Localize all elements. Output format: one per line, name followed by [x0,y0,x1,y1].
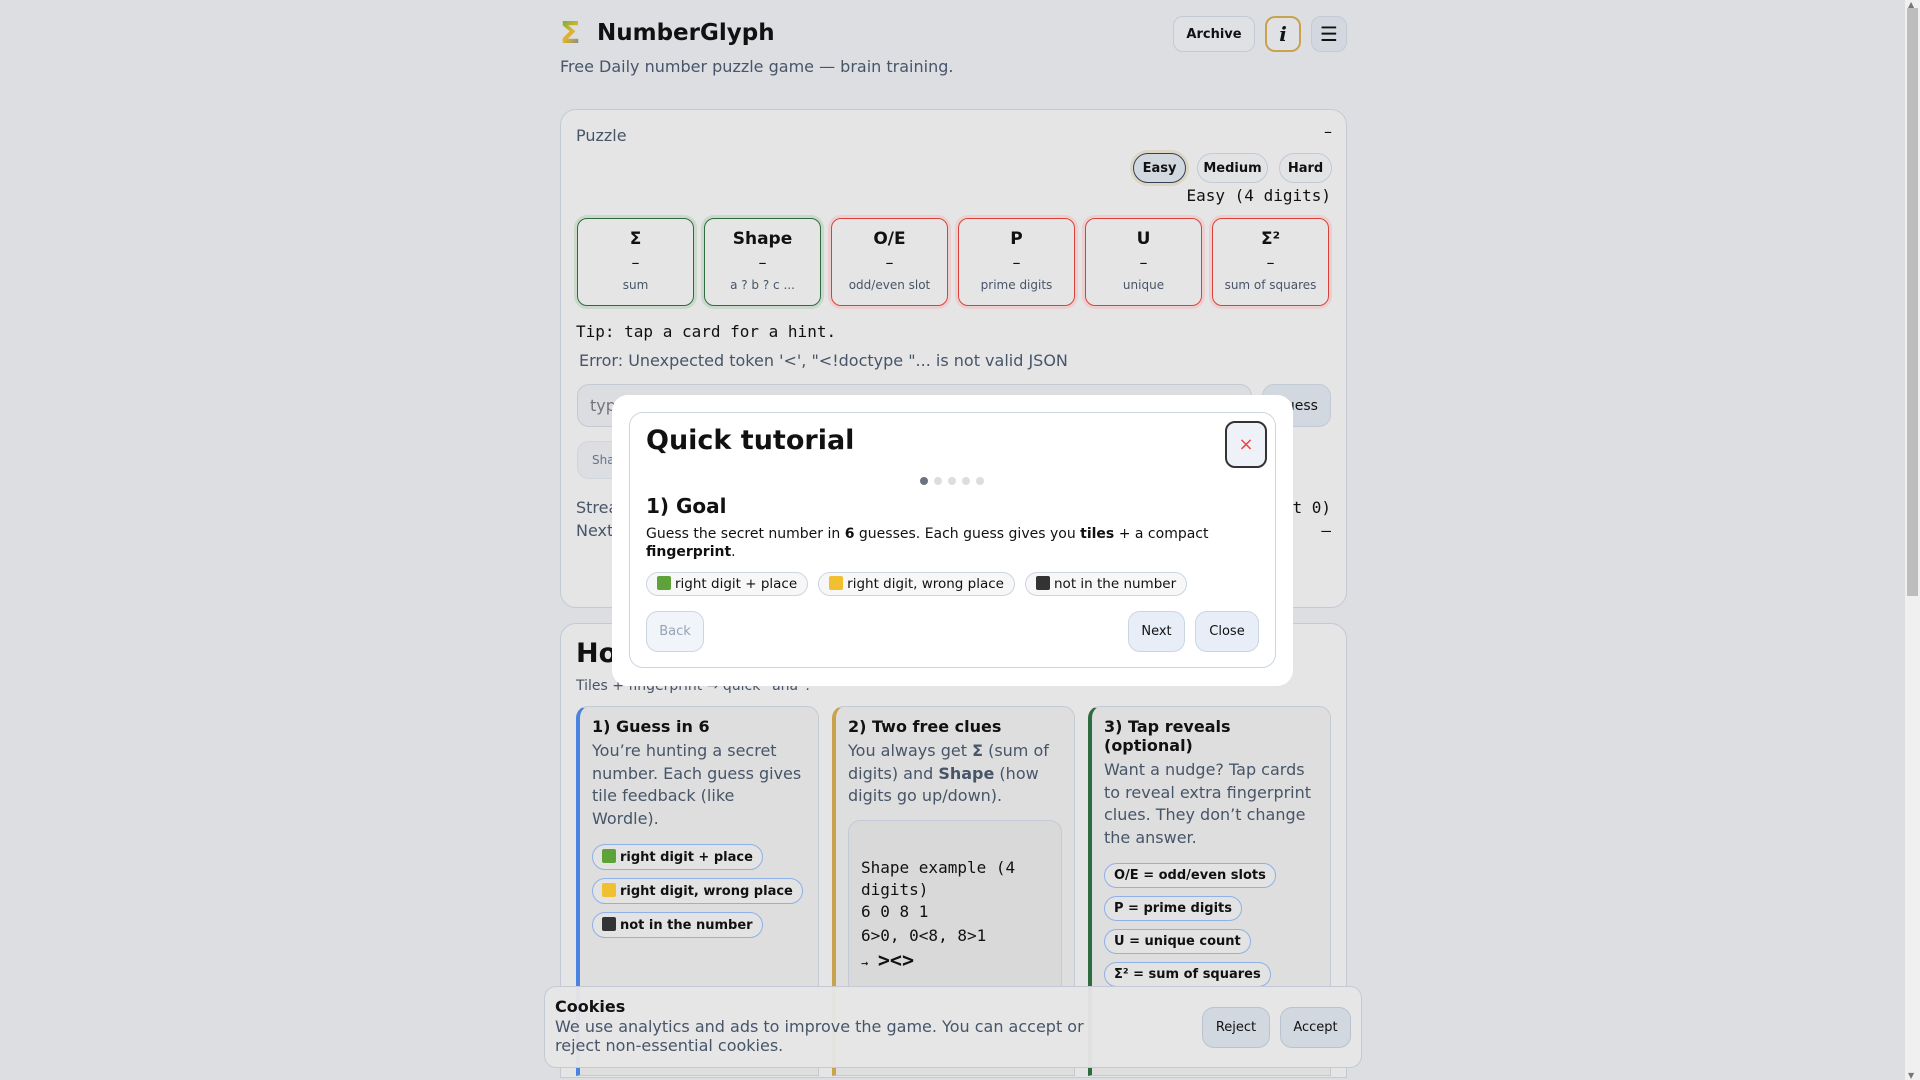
scroll-down-icon[interactable]: ▼ [1908,1071,1914,1080]
scrollbar[interactable]: ▲ ▼ [1905,0,1920,1080]
clue-value: – [885,253,894,272]
clue-card-shape[interactable]: Shape – a ? b ? c ... [704,218,821,306]
clue-desc: odd/even slot [848,278,931,292]
clue-desc: sum [622,278,649,292]
app-title: NumberGlyph [597,20,775,46]
clue-key: Shape [732,229,793,249]
tutorial-modal: Quick tutorial × 1) Goal Guess the secre… [612,395,1293,686]
back-button[interactable]: Back [646,611,704,652]
scrollbar-thumb[interactable] [1907,8,1918,596]
col-title: 1) Guess in 6 [592,717,710,736]
streak-value: t 0) [1292,498,1331,517]
green-square-icon [657,576,671,590]
step-dot[interactable] [948,477,956,485]
sigma-logo-icon: Σ [560,16,581,51]
chip-label: right digit, wrong place [620,884,793,899]
clue-card-odd-even[interactable]: O/E – odd/even slot [831,218,948,306]
puzzle-label: Puzzle [576,126,627,145]
chip-label: right digit + place [620,850,753,865]
clue-key: U [1136,229,1151,249]
step-dot[interactable] [962,477,970,485]
reveal-chip: Σ² = sum of squares [1104,962,1271,987]
menu-icon[interactable]: ☰ [1311,16,1347,52]
cookie-title: Cookies [555,997,626,1016]
col-title: 2) Two free clues [848,717,1002,736]
cookie-text: We use analytics and ads to improve the … [555,1017,1084,1055]
clue-card-sum[interactable]: Σ – sum [577,218,694,306]
col-text: Want a nudge? Tap cards to reveal extra … [1104,760,1312,847]
next-value: – [1321,521,1331,540]
cookie-banner: Cookies We use analytics and ads to impr… [544,986,1362,1068]
modal-title: Quick tutorial [646,425,855,456]
clue-key: Σ [629,229,642,249]
col-title: 3) Tap reveals (optional) [1104,717,1231,755]
yellow-square-icon [602,883,616,897]
clue-card-prime[interactable]: P – prime digits [958,218,1075,306]
next-button[interactable]: Next [1128,611,1185,652]
clue-desc: prime digits [980,278,1053,292]
step-text: Guess the secret number in 6 guesses. Ea… [646,526,1209,560]
col-text: You always get Σ (sum of digits) and Sha… [848,741,1049,805]
step-dot[interactable] [920,477,928,485]
tip-text: Tip: tap a card for a hint. [576,322,837,341]
reveal-chip: U = unique count [1104,929,1251,954]
example-digits: 6 0 8 1 [861,901,929,921]
close-button[interactable]: Close [1195,611,1259,652]
clue-value: – [631,253,640,272]
clue-card-sum-squares[interactable]: Σ² – sum of squares [1212,218,1329,306]
arrow-icon: → [861,955,869,970]
clue-value: – [1012,253,1021,272]
header: Σ NumberGlyph Free Daily number puzzle g… [560,0,1347,100]
difficulty-easy[interactable]: Easy [1133,153,1186,183]
info-icon[interactable]: i [1265,16,1301,52]
clue-value: – [1139,253,1148,272]
error-message: Error: Unexpected token '<', "<!doctype … [579,351,1068,370]
reject-button[interactable]: Reject [1202,1007,1270,1048]
step-dot[interactable] [934,477,942,485]
difficulty-hard[interactable]: Hard [1279,153,1332,183]
app-subtitle: Free Daily number puzzle game — brain tr… [560,57,954,76]
step-heading: 1) Goal [646,494,727,518]
legend-chip-green: right digit + place [646,572,809,596]
clue-key: O/E [873,229,906,249]
example-shape: ><> [877,947,914,972]
difficulty-medium[interactable]: Medium [1197,153,1268,183]
page: Σ NumberGlyph Free Daily number puzzle g… [560,0,1347,1078]
legend-chip-yellow: right digit, wrong place [592,878,803,904]
clue-desc: a ? b ? c ... [730,278,795,292]
legend-chips: right digit + place right digit, wrong p… [646,572,1188,596]
col-text: You’re hunting a secret number. Each gue… [592,741,802,828]
clue-value: – [1266,253,1275,272]
reveal-chip: O/E = odd/even slots [1104,863,1276,888]
clue-key: Σ² [1260,229,1281,249]
clue-desc: unique [1122,278,1165,292]
green-square-icon [602,849,616,863]
clue-desc: sum of squares [1224,278,1317,292]
example-title: Shape example (4 digits) [861,857,1016,899]
next-label: Next [576,521,614,540]
close-icon[interactable]: × [1225,421,1267,468]
legend-chip-black: not in the number [592,912,763,938]
tutorial-card: Quick tutorial × 1) Goal Guess the secre… [629,412,1276,668]
step-dots [920,477,984,485]
black-square-icon [1036,576,1050,590]
collapse-button[interactable]: – [1324,122,1332,141]
step-dot[interactable] [976,477,984,485]
example-comparisons: 6>0, 0<8, 8>1 [861,925,987,945]
archive-button[interactable]: Archive [1173,16,1255,52]
clue-card-unique[interactable]: U – unique [1085,218,1202,306]
legend-chip-black: not in the number [1025,572,1188,596]
clue-value: – [758,253,767,272]
clue-key: P [1010,229,1023,249]
black-square-icon [602,917,616,931]
reveal-chip: P = prime digits [1104,896,1243,921]
legend-chip-green: right digit + place [592,844,763,870]
accept-button[interactable]: Accept [1280,1007,1351,1048]
clue-cards: Σ – sum Shape – a ? b ? c ... O/E – odd/even s… [577,218,1329,306]
yellow-square-icon [829,576,844,590]
legend-chip-yellow: right digit, wrong place [818,572,1015,596]
difficulty-text: Easy (4 digits) [1186,186,1332,205]
chip-label: not in the number [620,918,753,933]
